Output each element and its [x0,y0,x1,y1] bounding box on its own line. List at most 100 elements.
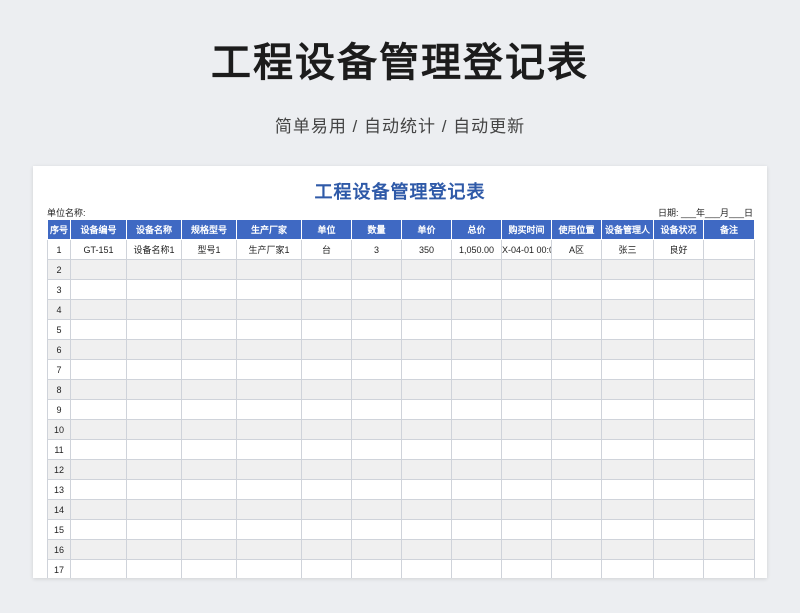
table-cell[interactable] [551,379,602,400]
table-cell[interactable] [501,519,552,540]
table-cell[interactable] [601,379,654,400]
table-cell[interactable] [70,539,127,560]
table-cell[interactable] [551,339,602,360]
table-cell[interactable]: 1 [47,239,71,260]
table-cell[interactable] [126,459,182,480]
table-cell[interactable] [181,379,237,400]
table-cell[interactable]: 15 [47,519,71,540]
table-cell[interactable] [601,459,654,480]
table-cell[interactable] [301,459,352,480]
table-cell[interactable] [126,479,182,500]
table-cell[interactable] [236,279,302,300]
table-cell[interactable] [601,479,654,500]
table-cell[interactable] [301,499,352,520]
table-cell[interactable] [301,299,352,320]
table-cell[interactable]: 14 [47,499,71,520]
table-cell[interactable] [601,319,654,340]
table-cell[interactable] [551,259,602,280]
table-cell[interactable] [351,259,402,280]
table-cell[interactable]: 3 [351,239,402,260]
table-cell[interactable] [703,479,755,500]
table-cell[interactable] [236,499,302,520]
table-cell[interactable] [126,559,182,578]
table-cell[interactable] [401,259,452,280]
table-cell[interactable] [653,379,704,400]
table-cell[interactable] [601,299,654,320]
table-cell[interactable] [451,379,502,400]
table-cell[interactable] [401,359,452,380]
table-cell[interactable] [451,539,502,560]
table-cell[interactable] [236,539,302,560]
table-cell[interactable] [451,499,502,520]
table-cell[interactable] [501,479,552,500]
table-cell[interactable]: 张三 [601,239,654,260]
table-cell[interactable] [501,279,552,300]
table-cell[interactable] [551,359,602,380]
table-cell[interactable] [351,319,402,340]
table-cell[interactable] [301,359,352,380]
table-cell[interactable] [70,299,127,320]
table-cell[interactable] [126,319,182,340]
table-cell[interactable] [601,419,654,440]
table-cell[interactable]: 2 [47,259,71,280]
table-cell[interactable] [401,339,452,360]
table-cell[interactable] [126,439,182,460]
table-cell[interactable] [181,339,237,360]
table-cell[interactable] [451,459,502,480]
table-cell[interactable] [401,419,452,440]
table-cell[interactable] [351,439,402,460]
table-cell[interactable] [70,379,127,400]
table-cell[interactable] [601,359,654,380]
table-cell[interactable] [351,339,402,360]
table-cell[interactable] [601,539,654,560]
table-cell[interactable] [70,459,127,480]
table-cell[interactable] [401,279,452,300]
table-cell[interactable] [301,479,352,500]
table-cell[interactable] [301,319,352,340]
table-cell[interactable] [70,399,127,420]
table-cell[interactable]: 6 [47,339,71,360]
table-cell[interactable] [301,379,352,400]
table-cell[interactable] [451,399,502,420]
table-cell[interactable] [501,459,552,480]
table-cell[interactable] [703,459,755,480]
table-cell[interactable] [181,359,237,380]
table-cell[interactable]: 17 [47,559,71,578]
table-cell[interactable] [501,259,552,280]
table-cell[interactable] [653,479,704,500]
table-cell[interactable] [126,259,182,280]
table-cell[interactable] [451,359,502,380]
table-cell[interactable] [236,439,302,460]
table-cell[interactable]: 3 [47,279,71,300]
table-cell[interactable]: 11 [47,439,71,460]
table-cell[interactable] [653,519,704,540]
table-cell[interactable] [126,379,182,400]
table-cell[interactable]: 4 [47,299,71,320]
table-cell[interactable] [351,279,402,300]
table-cell[interactable] [181,319,237,340]
table-cell[interactable]: 12 [47,459,71,480]
table-cell[interactable]: 型号1 [181,239,237,260]
table-cell[interactable] [301,419,352,440]
table-cell[interactable] [703,319,755,340]
table-cell[interactable] [401,519,452,540]
table-cell[interactable] [181,459,237,480]
table-cell[interactable] [181,419,237,440]
table-cell[interactable] [351,419,402,440]
table-cell[interactable] [653,259,704,280]
table-cell[interactable] [653,559,704,578]
table-cell[interactable] [601,259,654,280]
table-cell[interactable] [351,499,402,520]
table-cell[interactable] [703,299,755,320]
table-cell[interactable] [601,399,654,420]
table-cell[interactable] [653,439,704,460]
table-cell[interactable] [653,399,704,420]
table-cell[interactable] [126,279,182,300]
table-cell[interactable] [601,559,654,578]
table-cell[interactable] [236,419,302,440]
table-cell[interactable] [236,339,302,360]
table-cell[interactable] [301,399,352,420]
table-cell[interactable] [551,539,602,560]
table-cell[interactable] [703,399,755,420]
table-cell[interactable] [451,479,502,500]
